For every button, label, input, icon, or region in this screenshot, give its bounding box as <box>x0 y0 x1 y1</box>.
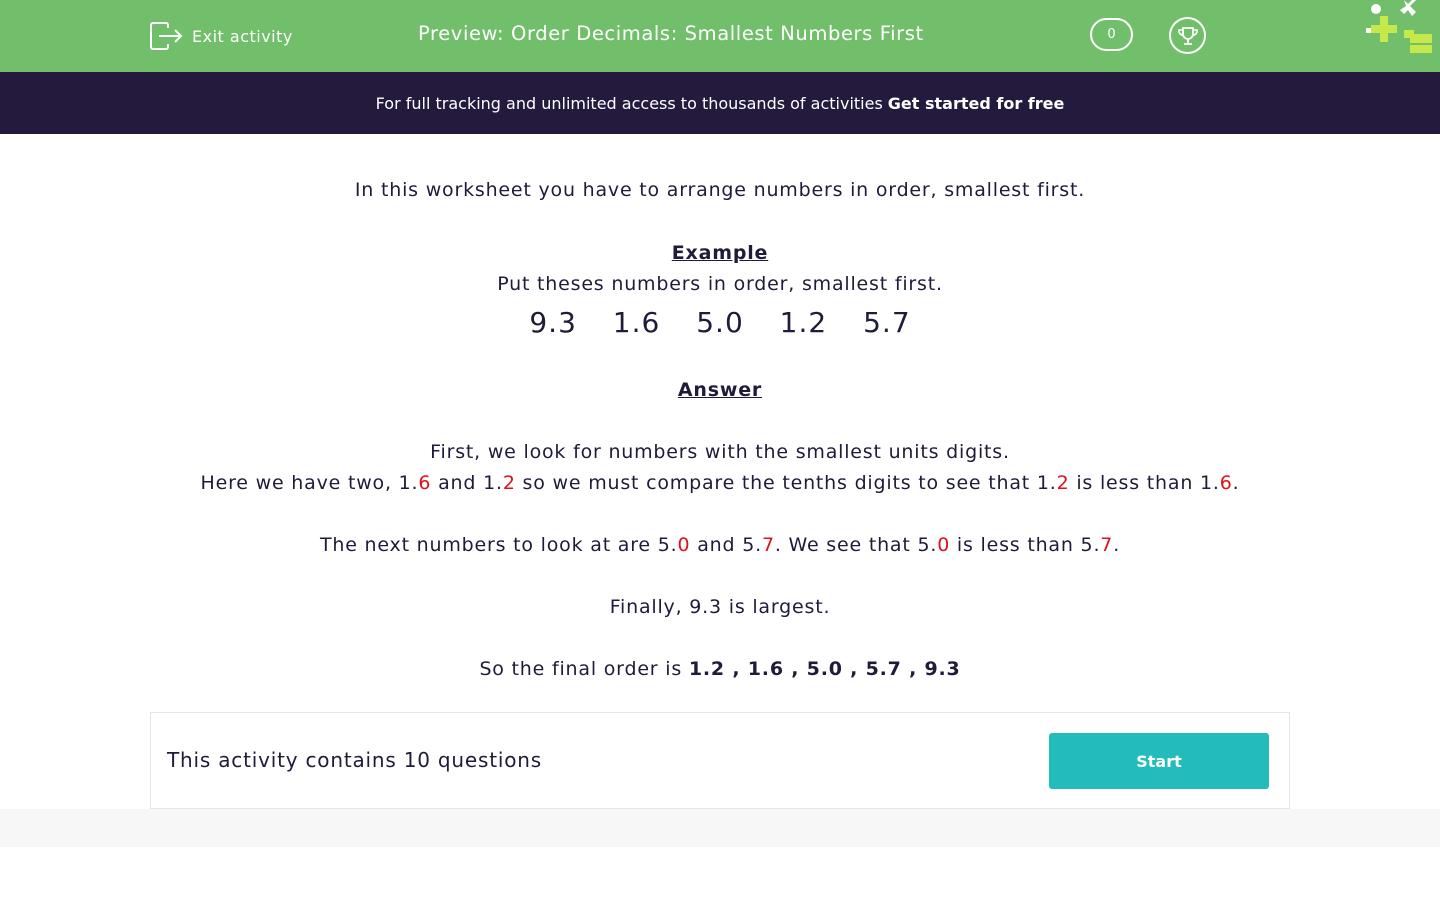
example-number: 9.3 <box>529 306 577 339</box>
example-prompt: Put theses numbers in order, smallest fi… <box>497 273 943 295</box>
exit-icon <box>150 22 183 50</box>
example-number: 1.6 <box>612 306 661 339</box>
answer-line-2: Here we have two, 1.6 and 1.2 so we must… <box>0 472 1440 494</box>
final-order-value: 1.2 , 1.6 , 5.0 , 5.7 , 9.3 <box>688 658 961 680</box>
score-badge: 0 <box>1090 18 1133 51</box>
answer-line-3: The next numbers to look at are 5.0 and … <box>0 534 1440 556</box>
highlight-digit: 2 <box>1056 472 1070 494</box>
final-order-line: So the final order is 1.2 , 1.6 , 5.0 , … <box>0 658 1440 680</box>
text-segment: . <box>1113 534 1121 556</box>
answer-heading: Answer <box>677 379 763 401</box>
highlight-digit: 0 <box>937 534 951 556</box>
text-segment: and 1. <box>431 472 503 494</box>
highlight-digit: 2 <box>502 472 516 494</box>
text-segment: and 5. <box>690 534 762 556</box>
top-bar: Exit activity Preview: Order Decimals: S… <box>0 0 1440 72</box>
get-started-link[interactable]: Get started for free <box>888 94 1065 113</box>
answer-line-1: First, we look for numbers with the smal… <box>430 441 1010 463</box>
exit-activity-label: Exit activity <box>192 26 293 46</box>
trophy-icon <box>1177 26 1198 45</box>
intro-text: In this worksheet you have to arrange nu… <box>354 179 1086 201</box>
start-button[interactable]: Start <box>1049 733 1269 789</box>
trophy-button[interactable] <box>1169 17 1206 54</box>
text-segment: The next numbers to look at are 5. <box>319 534 678 556</box>
footer-band <box>0 809 1440 847</box>
question-count-text: This activity contains 10 questions <box>167 748 542 772</box>
exit-activity-button[interactable]: Exit activity <box>150 22 293 50</box>
highlight-digit: 0 <box>677 534 691 556</box>
text-segment: Here we have two, 1. <box>200 472 419 494</box>
banner-text: For full tracking and unlimited access t… <box>375 93 883 113</box>
highlight-digit: 6 <box>418 472 432 494</box>
final-order-prefix: So the final order is <box>479 658 689 680</box>
text-segment: . <box>1232 472 1240 494</box>
highlight-digit: 7 <box>761 534 775 556</box>
page-title: Preview: Order Decimals: Smallest Number… <box>418 22 924 45</box>
example-numbers: 9.3 1.6 5.0 1.2 5.7 <box>0 306 1440 339</box>
brand-logo <box>1366 0 1432 53</box>
text-segment: . We see that 5. <box>774 534 938 556</box>
highlight-digit: 7 <box>1100 534 1114 556</box>
example-heading: Example <box>671 242 769 264</box>
highlight-digit: 6 <box>1219 472 1233 494</box>
text-segment: so we must compare the tenths digits to … <box>515 472 1057 494</box>
example-number: 5.0 <box>696 306 744 339</box>
upgrade-banner: For full tracking and unlimited access t… <box>0 72 1440 134</box>
text-segment: is less than 5. <box>950 534 1101 556</box>
answer-line-4: Finally, 9.3 is largest. <box>609 596 831 618</box>
example-number: 5.7 <box>863 306 911 339</box>
activity-card: This activity contains 10 questions Star… <box>150 712 1290 809</box>
example-number: 1.2 <box>779 306 828 339</box>
text-segment: is less than 1. <box>1069 472 1220 494</box>
